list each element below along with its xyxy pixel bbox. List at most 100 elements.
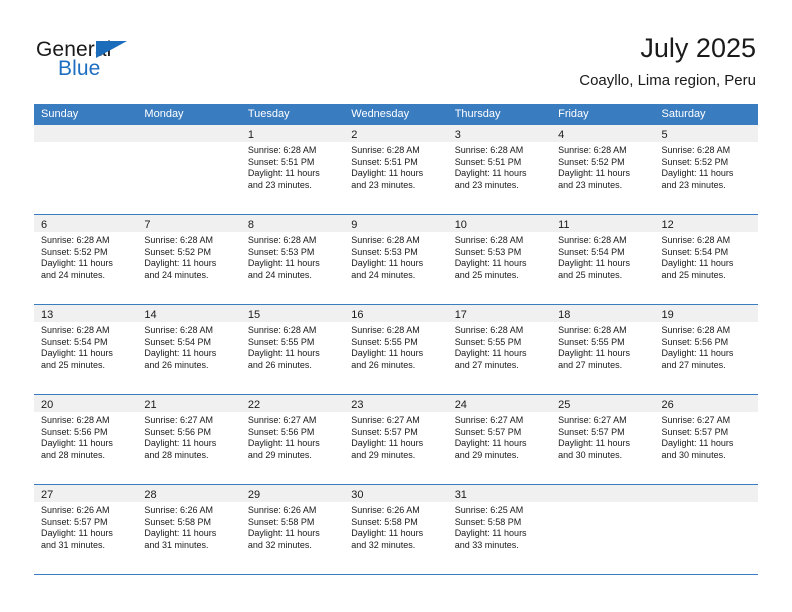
page-header: General Blue July 2025 Coayllo, Lima reg… (0, 0, 792, 100)
day-number-strip: 13 (34, 305, 138, 322)
daylight-text-line2: and 23 minutes. (247, 179, 312, 190)
calendar-day-cell[interactable]: 13 Sunrise: 6:28 AM Sunset: 5:54 PM Dayligh… (34, 305, 138, 394)
calendar-day-cell[interactable]: 1 Sunrise: 6:28 AM Sunset: 5:51 PM Daylight… (240, 125, 345, 214)
day-number: 14 (144, 309, 157, 321)
calendar-day-cell[interactable]: 19 Sunrise: 6:28 AM Sunset: 5:56 PM Dayligh… (654, 305, 758, 394)
calendar-day-cell[interactable]: 3 Sunrise: 6:28 AM Sunset: 5:51 PM Daylight… (447, 125, 552, 214)
daylight-text-line1: Daylight: 11 hours (41, 258, 113, 269)
daylight-text-line2: and 24 minutes. (144, 269, 209, 280)
daylight-text-line1: Daylight: 11 hours (454, 348, 527, 359)
calendar-day-cell[interactable]: 15 Sunrise: 6:28 AM Sunset: 5:55 PM Dayligh… (240, 305, 345, 394)
daylight-text-line2: and 26 minutes. (247, 359, 312, 370)
weekday-header-saturday: Saturday (661, 108, 706, 120)
calendar-day-cell[interactable]: 23 Sunrise: 6:27 AM Sunset: 5:57 PM Dayligh… (344, 395, 448, 484)
day-sun-info: Sunrise: 6:26 AM Sunset: 5:58 PM Daylight:… (344, 502, 447, 551)
calendar-day-cell[interactable]: 5 Sunrise: 6:28 AM Sunset: 5:52 PM Daylight… (654, 125, 758, 214)
calendar-day-cell[interactable]: 8 Sunrise: 6:28 AM Sunset: 5:53 PM Daylight… (240, 215, 345, 304)
daylight-text-line2: and 25 minutes. (454, 269, 519, 280)
daylight-text-line2: and 24 minutes. (351, 269, 416, 280)
sunset-text: Sunset: 5:55 PM (351, 336, 418, 347)
day-sun-info: Sunrise: 6:27 AM Sunset: 5:57 PM Daylight:… (448, 412, 551, 461)
day-number: 9 (351, 219, 358, 231)
daylight-text-line1: Daylight: 11 hours (351, 258, 424, 269)
sunrise-text: Sunrise: 6:28 AM (41, 325, 110, 335)
day-sun-info: Sunrise: 6:27 AM Sunset: 5:57 PM Daylight:… (344, 412, 447, 461)
day-number-strip: 1 (240, 125, 345, 142)
daylight-text-line1: Daylight: 11 hours (144, 348, 217, 359)
day-sun-info: Sunrise: 6:28 AM Sunset: 5:55 PM Daylight:… (241, 322, 344, 371)
daylight-text-line2: and 23 minutes. (454, 179, 519, 190)
sunrise-text: Sunrise: 6:28 AM (661, 145, 731, 155)
calendar-day-cell[interactable]: 6 Sunrise: 6:28 AM Sunset: 5:52 PM Daylight… (34, 215, 138, 304)
calendar-day-cell[interactable]: 16 Sunrise: 6:28 AM Sunset: 5:55 PM Dayligh… (344, 305, 448, 394)
day-number: 19 (661, 309, 674, 321)
calendar-day-cell[interactable]: 30 Sunrise: 6:26 AM Sunset: 5:58 PM Dayligh… (344, 485, 448, 574)
day-sun-info: Sunrise: 6:27 AM Sunset: 5:56 PM Daylight:… (137, 412, 240, 461)
calendar-day-cell[interactable]: 18 Sunrise: 6:28 AM Sunset: 5:55 PM Dayligh… (551, 305, 655, 394)
day-number-strip: 3 (447, 125, 552, 142)
day-number-strip: 9 (344, 215, 448, 232)
sunset-text: Sunset: 5:52 PM (558, 156, 625, 167)
daylight-text-line1: Daylight: 11 hours (351, 438, 424, 449)
calendar-day-cell[interactable]: 17 Sunrise: 6:28 AM Sunset: 5:55 PM Dayligh… (447, 305, 552, 394)
calendar-day-cell[interactable]: 7 Sunrise: 6:28 AM Sunset: 5:52 PM Daylight… (137, 215, 241, 304)
daylight-text-line1: Daylight: 11 hours (351, 348, 424, 359)
calendar-day-cell[interactable]: 10 Sunrise: 6:28 AM Sunset: 5:53 PM Dayligh… (447, 215, 552, 304)
calendar-day-cell[interactable]: 24 Sunrise: 6:27 AM Sunset: 5:57 PM Dayligh… (447, 395, 552, 484)
calendar-day-cell[interactable]: 20 Sunrise: 6:28 AM Sunset: 5:56 PM Dayligh… (34, 395, 138, 484)
calendar-day-cell[interactable]: 14 Sunrise: 6:28 AM Sunset: 5:54 PM Dayligh… (137, 305, 241, 394)
daylight-text-line1: Daylight: 11 hours (247, 168, 320, 179)
sunrise-text: Sunrise: 6:27 AM (661, 415, 731, 425)
brand-logo[interactable]: General Blue (36, 39, 236, 89)
sunset-text: Sunset: 5:58 PM (454, 516, 522, 527)
sunrise-text: Sunrise: 6:27 AM (351, 415, 420, 425)
calendar-day-empty (551, 485, 655, 574)
day-sun-info: Sunrise: 6:28 AM Sunset: 5:52 PM Daylight:… (137, 232, 240, 281)
daylight-text-line1: Daylight: 11 hours (661, 348, 734, 359)
day-number: 28 (144, 489, 157, 501)
sunset-text: Sunset: 5:54 PM (661, 246, 729, 257)
sunset-text: Sunset: 5:52 PM (144, 246, 211, 257)
day-number-strip: 5 (654, 125, 758, 142)
calendar-day-cell[interactable]: 9 Sunrise: 6:28 AM Sunset: 5:53 PM Daylight… (344, 215, 448, 304)
daylight-text-line1: Daylight: 11 hours (558, 438, 630, 449)
calendar-day-cell[interactable]: 31 Sunrise: 6:25 AM Sunset: 5:58 PM Dayligh… (447, 485, 552, 574)
daylight-text-line1: Daylight: 11 hours (41, 348, 113, 359)
sunrise-text: Sunrise: 6:28 AM (351, 145, 420, 155)
day-sun-info: Sunrise: 6:28 AM Sunset: 5:55 PM Daylight:… (344, 322, 447, 371)
calendar-day-cell[interactable]: 25 Sunrise: 6:27 AM Sunset: 5:57 PM Dayligh… (551, 395, 655, 484)
day-number-strip (551, 485, 655, 502)
calendar-day-cell[interactable]: 2 Sunrise: 6:28 AM Sunset: 5:51 PM Daylight… (344, 125, 448, 214)
daylight-text-line1: Daylight: 11 hours (247, 258, 320, 269)
sunset-text: Sunset: 5:58 PM (351, 516, 418, 527)
sunset-text: Sunset: 5:57 PM (558, 426, 625, 437)
calendar-day-cell[interactable]: 4 Sunrise: 6:28 AM Sunset: 5:52 PM Daylight… (551, 125, 655, 214)
daylight-text-line2: and 27 minutes. (661, 359, 726, 370)
sunrise-text: Sunrise: 6:28 AM (247, 145, 317, 155)
calendar-day-cell[interactable]: 28 Sunrise: 6:26 AM Sunset: 5:58 PM Dayligh… (137, 485, 241, 574)
day-number-strip: 23 (344, 395, 448, 412)
calendar-day-cell[interactable]: 21 Sunrise: 6:27 AM Sunset: 5:56 PM Dayligh… (137, 395, 241, 484)
calendar-day-cell[interactable]: 12 Sunrise: 6:28 AM Sunset: 5:54 PM Dayligh… (654, 215, 758, 304)
sunrise-text: Sunrise: 6:26 AM (351, 505, 420, 515)
calendar-day-cell[interactable]: 22 Sunrise: 6:27 AM Sunset: 5:56 PM Dayligh… (240, 395, 345, 484)
calendar-day-cell[interactable]: 27 Sunrise: 6:26 AM Sunset: 5:57 PM Dayligh… (34, 485, 138, 574)
day-number-strip: 27 (34, 485, 138, 502)
calendar-day-cell[interactable]: 29 Sunrise: 6:26 AM Sunset: 5:58 PM Dayligh… (240, 485, 345, 574)
sunrise-text: Sunrise: 6:27 AM (247, 415, 317, 425)
day-sun-info: Sunrise: 6:26 AM Sunset: 5:58 PM Daylight:… (241, 502, 344, 551)
calendar-day-cell[interactable]: 11 Sunrise: 6:28 AM Sunset: 5:54 PM Dayligh… (551, 215, 655, 304)
sunset-text: Sunset: 5:51 PM (454, 156, 522, 167)
daylight-text-line2: and 28 minutes. (144, 449, 209, 460)
calendar-day-cell[interactable]: 26 Sunrise: 6:27 AM Sunset: 5:57 PM Dayligh… (654, 395, 758, 484)
sunrise-text: Sunrise: 6:28 AM (454, 145, 524, 155)
sunrise-text: Sunrise: 6:28 AM (558, 325, 627, 335)
calendar-week-row: 1 Sunrise: 6:28 AM Sunset: 5:51 PM Daylight… (34, 125, 758, 215)
day-number: 24 (454, 399, 467, 411)
triangle-flag-icon (96, 41, 127, 58)
weekday-header-tuesday: Tuesday (247, 108, 290, 120)
sunrise-text: Sunrise: 6:28 AM (144, 325, 213, 335)
sunrise-text: Sunrise: 6:28 AM (558, 235, 627, 245)
day-number: 21 (144, 399, 157, 411)
daylight-text-line1: Daylight: 11 hours (247, 528, 320, 539)
